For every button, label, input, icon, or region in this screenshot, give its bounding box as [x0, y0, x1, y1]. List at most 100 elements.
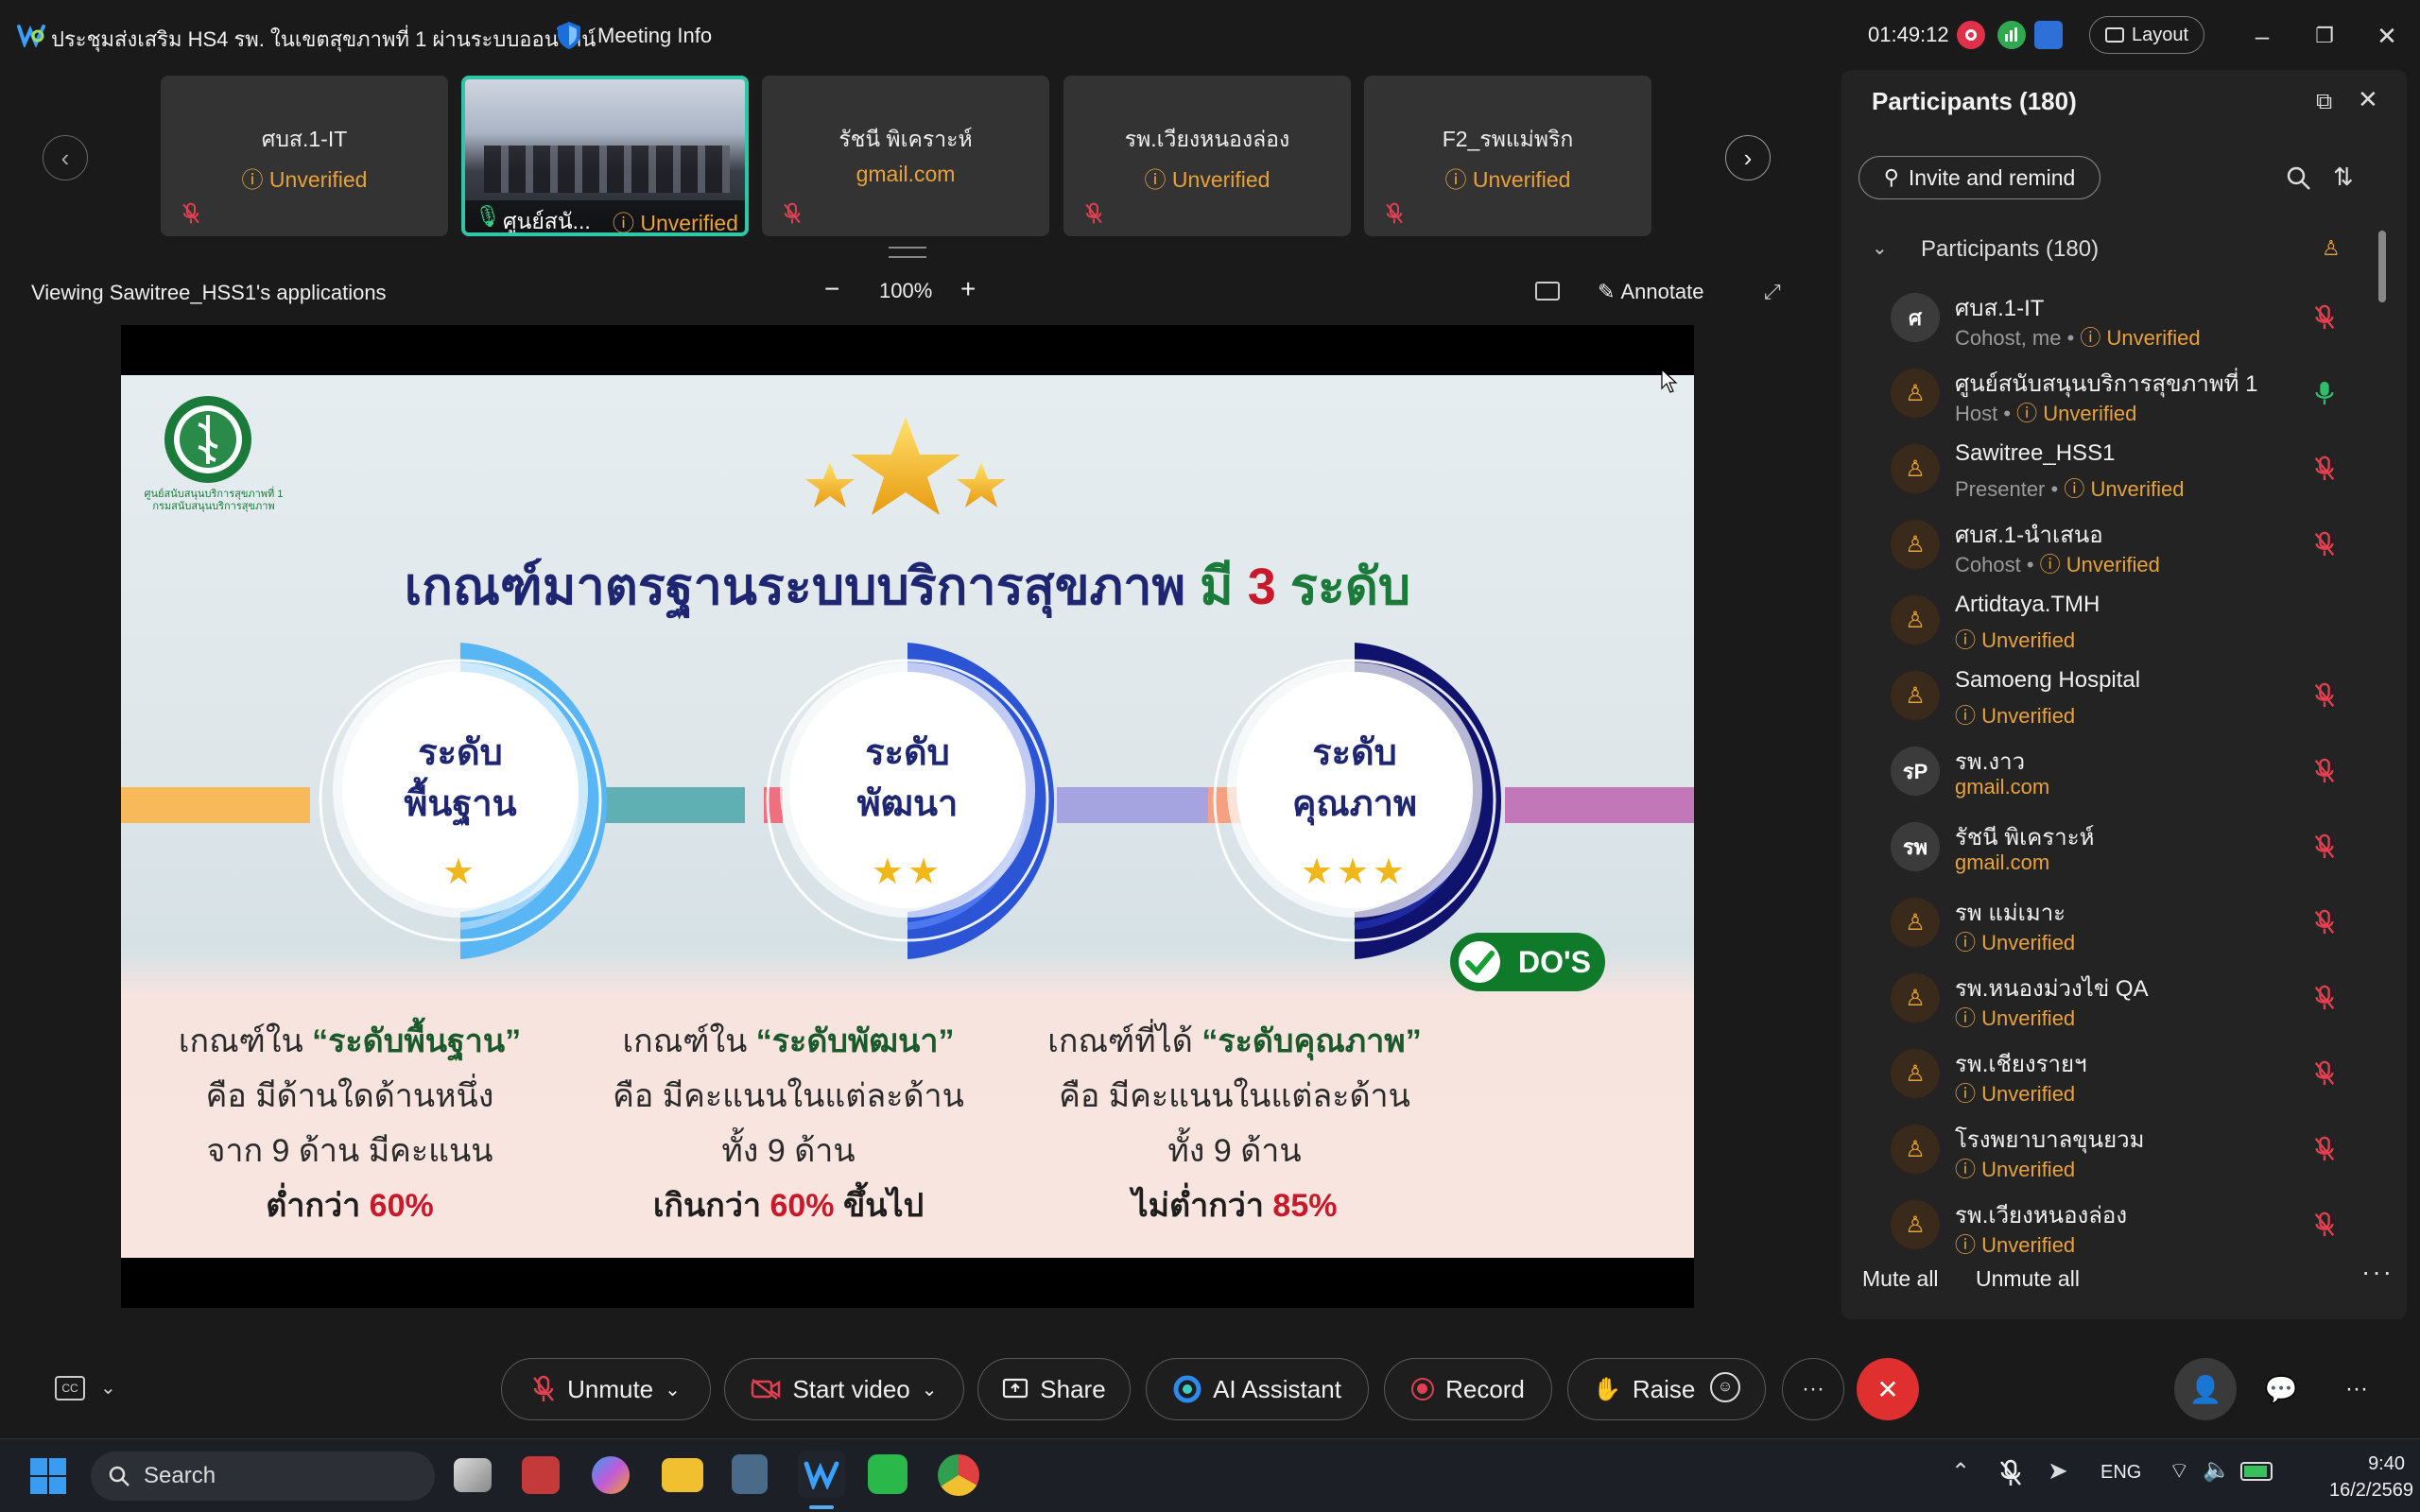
mute-all-button[interactable]: Mute all — [1862, 1266, 1939, 1292]
mic-muted-tray-icon[interactable] — [1998, 1458, 2023, 1488]
captions-icon[interactable]: CC — [55, 1376, 85, 1400]
unmute-chevron-icon[interactable]: ⌄ — [665, 1378, 681, 1401]
mic-muted-icon[interactable] — [2312, 1211, 2337, 1238]
thumbnails-next-button[interactable]: › — [1725, 135, 1771, 180]
taskbar-clock[interactable]: 9:40 16/2/2569 — [2329, 1451, 2413, 1503]
lobby-person-icon[interactable]: ♙ — [2322, 236, 2341, 261]
participant-row[interactable]: ♙ โรงพยาบาลขุนยวม ⓘ Unverified — [1841, 1115, 2407, 1191]
participant-thumbnail[interactable]: F2_รพแม่พริก ⓘ Unverified — [1364, 76, 1651, 236]
start-video-button[interactable]: Start video ⌄ — [724, 1358, 964, 1420]
taskbar-search[interactable]: Search — [91, 1452, 435, 1501]
pop-out-icon[interactable]: ⧉ — [2316, 89, 2332, 115]
mouse-pointer-icon — [1661, 369, 1678, 393]
collapse-chevron-icon[interactable]: ⌄ — [1872, 236, 1888, 260]
mic-muted-icon[interactable] — [2312, 985, 2337, 1011]
app-tasks-icon[interactable] — [2034, 21, 2063, 49]
tray-chevron-up-icon[interactable]: ⌃ — [1951, 1458, 1970, 1486]
video-chevron-icon[interactable]: ⌄ — [922, 1378, 938, 1401]
zoom-out-button[interactable]: − — [824, 274, 839, 304]
mic-muted-icon[interactable] — [2312, 1136, 2337, 1162]
mic-muted-icon[interactable] — [2312, 304, 2337, 331]
meeting-info-link[interactable]: Meeting Info — [597, 24, 712, 48]
participant-thumbnail[interactable]: รพ.เวียงหนองล่อง ⓘ Unverified — [1063, 76, 1351, 236]
recording-status-icon[interactable] — [1957, 21, 1985, 49]
close-panel-icon[interactable]: ✕ — [2358, 85, 2378, 114]
battery-icon[interactable] — [2240, 1462, 2273, 1481]
participant-row[interactable]: ♙ Sawitree_HSS1 Presenter • ⓘ Unverified — [1841, 435, 2407, 510]
unmute-button[interactable]: Unmute ⌄ — [501, 1358, 711, 1420]
mic-muted-icon[interactable] — [2312, 1060, 2337, 1087]
participant-thumbnail[interactable]: 🎙 ศูนย์สนั... ⓘ Unverified — [461, 76, 749, 236]
mic-muted-icon[interactable] — [2312, 833, 2337, 860]
layout-button[interactable]: Layout — [2089, 16, 2204, 54]
mic-muted-icon[interactable] — [2312, 758, 2337, 784]
description-line-3: ทั้ง 9 ด้าน — [1167, 1133, 1302, 1169]
screen-options-icon[interactable] — [1535, 282, 1560, 301]
participant-row[interactable]: ♙ รพ.เชียงรายฯ ⓘ Unverified — [1841, 1040, 2407, 1115]
file-explorer-icon[interactable] — [662, 1458, 703, 1492]
minimize-icon[interactable]: – — [2248, 23, 2276, 51]
calculator-icon[interactable] — [732, 1454, 768, 1494]
participant-thumbnail[interactable]: ศบส.1-IT ⓘ Unverified — [161, 76, 448, 236]
windows-start-icon[interactable] — [30, 1458, 66, 1494]
thumbnails-prev-button[interactable]: ‹ — [43, 135, 88, 180]
participant-row[interactable]: ♙ ศบส.1-นำเสนอ Cohost • ⓘ Unverified — [1841, 510, 2407, 586]
participants-toggle-button[interactable]: 👤 — [2174, 1358, 2237, 1420]
start-video-label: Start video — [792, 1374, 910, 1403]
participants-section-header[interactable]: Participants (180) — [1921, 236, 2099, 263]
volume-icon[interactable]: 🔈 — [2203, 1456, 2231, 1484]
mic-muted-icon[interactable] — [2312, 909, 2337, 936]
end-meeting-button[interactable]: ✕ — [1857, 1358, 1919, 1420]
task-view-icon[interactable] — [454, 1458, 492, 1492]
snipping-tool-icon[interactable] — [522, 1456, 560, 1494]
resize-grip-icon[interactable] — [889, 247, 926, 258]
annotate-button[interactable]: ✎ Annotate — [1598, 280, 1704, 304]
participant-row[interactable]: รP รพ.งาว gmail.com — [1841, 737, 2407, 813]
participant-row[interactable]: ♙ รพ.เวียงหนองล่อง ⓘ Unverified — [1841, 1191, 2407, 1266]
unmute-all-button[interactable]: Unmute all — [1976, 1266, 2080, 1292]
webex-logo-icon — [17, 25, 45, 47]
wifi-icon[interactable]: ⌔ — [2169, 1456, 2190, 1485]
captions-chevron-icon[interactable]: ⌄ — [100, 1376, 116, 1400]
more-controls-button[interactable]: ··· — [1782, 1358, 1844, 1420]
chrome-icon[interactable] — [938, 1454, 979, 1496]
shield-icon[interactable] — [553, 19, 585, 51]
mic-muted-icon[interactable] — [2312, 455, 2337, 482]
raise-hand-button[interactable]: ✋ Raise ☺ — [1567, 1358, 1766, 1420]
webex-taskbar-icon[interactable] — [798, 1451, 845, 1498]
search-icon[interactable] — [2286, 165, 2312, 192]
more-panels-button[interactable]: ··· — [2325, 1358, 2388, 1420]
location-icon[interactable]: ➤ — [2048, 1456, 2068, 1486]
line-app-icon[interactable] — [868, 1454, 908, 1494]
share-button[interactable]: Share — [977, 1358, 1131, 1420]
taskbar-time: 9:40 — [2368, 1453, 2405, 1474]
zoom-in-button[interactable]: + — [960, 274, 976, 304]
participant-row[interactable]: ศศบส.1-IT Cohost, me • ⓘ Unverified — [1841, 284, 2407, 359]
thumbnail-name: ศบส.1-IT — [261, 127, 348, 151]
language-indicator[interactable]: ENG — [2100, 1462, 2141, 1484]
participant-row[interactable]: ♙ Samoeng Hospital ⓘ Unverified — [1841, 662, 2407, 737]
mic-muted-icon[interactable] — [2312, 531, 2337, 558]
record-button[interactable]: Record — [1384, 1358, 1552, 1420]
more-options-icon[interactable]: ··· — [2361, 1257, 2394, 1287]
reactions-icon[interactable]: ☺ — [1710, 1372, 1740, 1402]
mic-muted-icon[interactable] — [2312, 682, 2337, 709]
participant-row[interactable]: ♙ รพ.หนองม่วงไข่ QA ⓘ Unverified — [1841, 964, 2407, 1040]
participant-row[interactable]: ♙ Artidtaya.TMH ⓘ Unverified — [1841, 586, 2407, 662]
close-window-icon[interactable]: ✕ — [2373, 23, 2401, 51]
network-status-icon[interactable] — [1997, 21, 2026, 49]
mic-on-icon[interactable] — [2312, 380, 2337, 406]
sort-icon[interactable]: ⇅ — [2333, 163, 2354, 192]
participant-row[interactable]: ♙ รพ แม่เมาะ ⓘ Unverified — [1841, 888, 2407, 964]
fullscreen-icon[interactable]: ⤢ — [1764, 280, 1781, 304]
avatar: ♙ — [1891, 444, 1940, 493]
restore-icon[interactable]: ❐ — [2310, 23, 2339, 51]
participant-row[interactable]: รพ รัชนี พิเคราะห์ gmail.com — [1841, 813, 2407, 888]
ai-assistant-button[interactable]: AI Assistant — [1146, 1358, 1369, 1420]
participant-thumbnail[interactable]: รัชนี พิเคราะห์ gmail.com — [762, 76, 1049, 236]
participant-row[interactable]: ♙ ศูนย์สนับสนุนบริการสุขภาพที่ 1 Host • ⓘ … — [1841, 359, 2407, 435]
copilot-icon[interactable] — [592, 1456, 630, 1494]
chat-button[interactable]: 💬 — [2250, 1358, 2312, 1420]
pen-icon: ✎ — [1598, 280, 1616, 303]
invite-and-remind-button[interactable]: ⚲ Invite and remind — [1858, 156, 2100, 199]
